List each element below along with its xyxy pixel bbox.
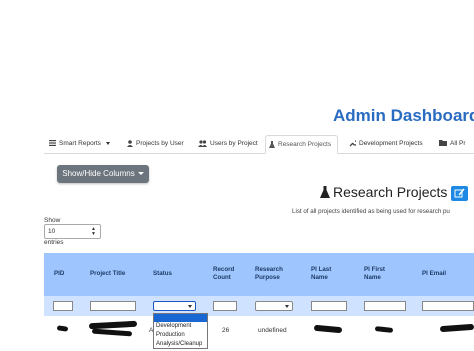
filter-research-purpose-select[interactable] bbox=[255, 301, 293, 311]
research-purpose-cell: undefined bbox=[258, 327, 287, 334]
show-hide-columns-button[interactable]: Show/Hide Columns bbox=[57, 165, 149, 183]
entries-per-page-select[interactable]: 10 ▲ ▼ bbox=[44, 224, 101, 239]
filter-status-select[interactable] bbox=[153, 301, 196, 311]
page-title: Admin Dashboard bbox=[333, 106, 474, 125]
filter-pid-input[interactable] bbox=[53, 301, 73, 311]
redacted-pi-last-name bbox=[313, 324, 343, 334]
caret-down-icon bbox=[137, 172, 144, 176]
edit-icon bbox=[454, 188, 465, 198]
status-option-production[interactable]: Production bbox=[154, 331, 207, 339]
tab-bar: Smart Reports Projects by User Users by … bbox=[44, 135, 474, 154]
column-header-pi-first-name[interactable]: PI First Name bbox=[364, 266, 385, 282]
tab-label: Users by Project bbox=[210, 140, 258, 147]
show-hide-columns-label: Show/Hide Columns bbox=[62, 169, 135, 178]
caret-down-icon bbox=[105, 141, 110, 145]
redacted-pi-first-name bbox=[374, 326, 394, 333]
wrench-icon bbox=[349, 140, 358, 147]
filter-record-count-input[interactable] bbox=[213, 301, 237, 311]
tab-label: All Pr bbox=[450, 140, 466, 147]
table-row[interactable]: A 26 undefined bbox=[44, 316, 474, 351]
entries-per-page-value: 10 bbox=[48, 228, 56, 235]
tab-label: Development Projects bbox=[359, 140, 423, 147]
tab-label: Smart Reports bbox=[59, 140, 101, 147]
users-icon bbox=[198, 140, 207, 147]
record-count-cell: 26 bbox=[222, 327, 230, 334]
user-icon bbox=[127, 139, 133, 147]
filter-project-title-input[interactable] bbox=[90, 301, 136, 311]
column-header-project-title[interactable]: Project Title bbox=[90, 270, 125, 278]
tab-label: Projects by User bbox=[136, 140, 184, 147]
filter-pi-email-input[interactable] bbox=[422, 301, 474, 311]
updown-icon: ▲ ▼ bbox=[91, 226, 96, 237]
show-label: Show bbox=[44, 217, 61, 224]
tab-research-projects[interactable]: Research Projects bbox=[265, 135, 338, 154]
flask-icon bbox=[320, 186, 330, 198]
flask-icon bbox=[269, 140, 275, 148]
table-header: PID Project Title Status Record Count Res… bbox=[44, 253, 474, 296]
column-header-pi-email[interactable]: PI Email bbox=[422, 270, 446, 278]
redacted-project-title bbox=[91, 328, 133, 337]
column-header-status[interactable]: Status bbox=[153, 270, 172, 278]
tab-users-by-project[interactable]: Users by Project bbox=[195, 135, 263, 153]
folder-icon bbox=[439, 140, 447, 147]
tab-smart-reports[interactable]: Smart Reports bbox=[46, 135, 116, 153]
status-option-blank[interactable] bbox=[154, 314, 207, 322]
status-dropdown-menu: Development Production Analysis/Cleanup bbox=[153, 313, 208, 349]
edit-button[interactable] bbox=[451, 186, 468, 201]
column-header-pid[interactable]: PID bbox=[54, 270, 64, 278]
status-option-development[interactable]: Development bbox=[154, 322, 207, 330]
section-heading: Research Projects bbox=[320, 184, 447, 200]
filter-row bbox=[44, 296, 474, 316]
column-header-research-purpose[interactable]: Research Purpose bbox=[255, 266, 283, 282]
tab-label: Research Projects bbox=[278, 141, 332, 148]
column-header-record-count[interactable]: Record Count bbox=[213, 266, 234, 282]
redacted-pi-email bbox=[439, 323, 474, 333]
tab-development-projects[interactable]: Development Projects bbox=[346, 135, 430, 153]
status-option-analysis-cleanup[interactable]: Analysis/Cleanup bbox=[154, 340, 207, 348]
entries-label: entries bbox=[44, 239, 64, 246]
list-icon bbox=[49, 140, 56, 147]
tab-projects-by-user[interactable]: Projects by User bbox=[124, 135, 192, 153]
column-header-pi-last-name[interactable]: PI Last Name bbox=[311, 266, 331, 282]
section-description: List of all projects identified as being… bbox=[292, 208, 450, 215]
filter-pi-last-name-input[interactable] bbox=[311, 301, 347, 311]
redacted-pid bbox=[56, 325, 69, 332]
section-title: Research Projects bbox=[333, 184, 448, 200]
filter-pi-first-name-input[interactable] bbox=[364, 301, 406, 311]
tab-all-projects[interactable]: All Pr bbox=[436, 135, 474, 153]
